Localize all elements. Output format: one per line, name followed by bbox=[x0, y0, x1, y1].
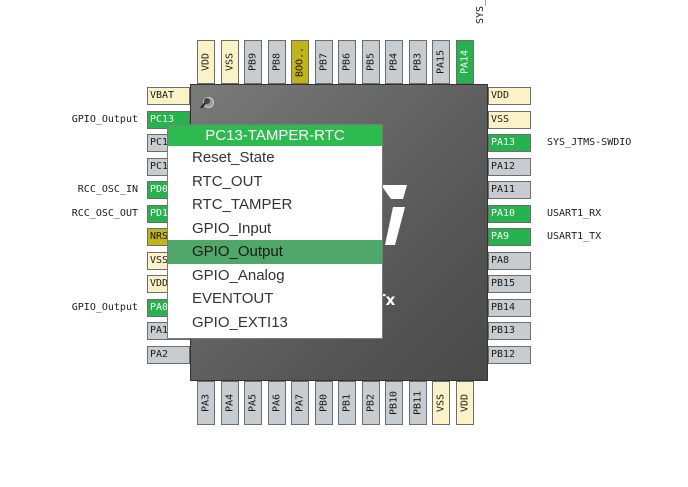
pin-right-10[interactable]: PB13 bbox=[488, 322, 531, 340]
menu-header: PC13-TAMPER-RTC bbox=[168, 125, 382, 146]
pin-label: PA14 bbox=[459, 49, 470, 75]
pin-label: PB11 bbox=[412, 390, 423, 416]
pin-label: VDD bbox=[459, 393, 470, 413]
pushpin-icon bbox=[200, 98, 210, 109]
pin-right-2[interactable]: PA13 bbox=[488, 134, 531, 152]
top-external-label: SYS_ bbox=[475, 0, 486, 24]
pin-bottom-10[interactable]: VSS bbox=[432, 381, 450, 425]
menu-item-rtc-tamper[interactable]: RTC_TAMPER bbox=[168, 193, 382, 217]
pin-right-6[interactable]: PA9 bbox=[488, 228, 531, 246]
pin-bottom-6[interactable]: PB1 bbox=[338, 381, 356, 425]
pin-label: PB2 bbox=[365, 393, 376, 413]
pin-right-7[interactable]: PA8 bbox=[488, 251, 531, 270]
pin-bottom-7[interactable]: PB2 bbox=[361, 381, 380, 425]
pin-bottom-11[interactable]: VDD bbox=[455, 381, 474, 425]
pin-label: PB4 bbox=[388, 52, 400, 72]
pin-bottom-5[interactable]: PB0 bbox=[314, 381, 333, 425]
pin-right-4[interactable]: PA11 bbox=[488, 181, 531, 199]
pin-left-signal-1: GPIO_Output bbox=[71, 113, 138, 125]
pin-right-signal-2: SYS_JTMS-SWDIO bbox=[547, 137, 632, 148]
pin-label: VDD bbox=[200, 52, 212, 72]
pin-label: PB6 bbox=[341, 52, 353, 72]
menu-item-gpio-exti13[interactable]: GPIO_EXTI13 bbox=[168, 311, 382, 335]
pin-top-7[interactable]: PB5 bbox=[361, 40, 380, 84]
pin-label: PB10 bbox=[388, 390, 400, 416]
pin-right-signal-5: USART1_RX bbox=[547, 207, 602, 219]
pin-right-1[interactable]: VSS bbox=[488, 110, 531, 129]
pin-bottom-3[interactable]: PA6 bbox=[267, 381, 286, 425]
pin-top-1[interactable]: VSS bbox=[220, 40, 239, 84]
pin-left-signal-9: GPIO_Output bbox=[71, 301, 138, 313]
pin-function-menu: PC13-TAMPER-RTC Reset_State RTC_OUT RTC_TA… bbox=[167, 124, 383, 339]
pin-label: PA3 bbox=[200, 393, 212, 413]
menu-item-gpio-analog[interactable]: GPIO_Analog bbox=[168, 264, 382, 288]
pin-label: PB3 bbox=[412, 52, 423, 72]
pin-bottom-2[interactable]: PA5 bbox=[244, 381, 262, 425]
menu-item-gpio-output[interactable]: GPIO_Output bbox=[168, 240, 382, 264]
menu-item-reset-state[interactable]: Reset_State bbox=[168, 146, 382, 170]
pin-label: PA7 bbox=[294, 393, 306, 413]
pin-label: BOO.. bbox=[294, 46, 306, 78]
menu-item-eventout[interactable]: EVENTOUT bbox=[168, 287, 382, 311]
pin-top-10[interactable]: PA15 bbox=[432, 40, 450, 84]
pin-label: PA15 bbox=[435, 49, 447, 75]
pin-top-11[interactable]: PA14 bbox=[455, 40, 474, 84]
menu-item-list: Reset_State RTC_OUT RTC_TAMPER GPIO_Input GP… bbox=[168, 146, 382, 334]
pin-right-3[interactable]: PA12 bbox=[488, 157, 531, 176]
pin-top-2[interactable]: PB9 bbox=[244, 40, 262, 84]
pin-label: PB0 bbox=[318, 393, 329, 413]
pin-bottom-4[interactable]: PA7 bbox=[291, 381, 309, 425]
pin-right-5[interactable]: PA10 bbox=[488, 204, 531, 223]
pin-top-0[interactable]: VDD bbox=[197, 40, 215, 84]
pin-label: PA5 bbox=[247, 393, 259, 413]
pin-label: PB8 bbox=[271, 52, 282, 72]
pin-right-0[interactable]: VDD bbox=[488, 87, 531, 105]
pin-left-signal-4: RCC_OSC_IN bbox=[77, 184, 138, 195]
pin-bottom-1[interactable]: PA4 bbox=[220, 381, 239, 425]
pinout-view: 3Tx VDDVSSPB9PB8BOO..PB7PB6PB5PB4PB3PA15… bbox=[0, 0, 688, 487]
pin-label: PB5 bbox=[365, 52, 376, 72]
pin-left-11[interactable]: PA2 bbox=[147, 345, 190, 364]
pin-top-9[interactable]: PB3 bbox=[408, 40, 427, 84]
pin-label: PA6 bbox=[271, 393, 282, 413]
pin-top-5[interactable]: PB7 bbox=[314, 40, 333, 84]
pin-right-9[interactable]: PB14 bbox=[488, 298, 531, 317]
pin-label: PB7 bbox=[318, 52, 329, 72]
pin-left-0[interactable]: VBAT bbox=[147, 87, 190, 105]
menu-item-rtc-out[interactable]: RTC_OUT bbox=[168, 170, 382, 194]
pin-bottom-9[interactable]: PB11 bbox=[408, 381, 427, 425]
pin-bottom-8[interactable]: PB10 bbox=[385, 381, 403, 425]
pin-label: VSS bbox=[224, 52, 235, 72]
pin-right-signal-6: USART1_TX bbox=[547, 231, 602, 242]
pin-label: PA4 bbox=[224, 393, 235, 413]
pin-right-8[interactable]: PB15 bbox=[488, 275, 531, 293]
pin-top-6[interactable]: PB6 bbox=[338, 40, 356, 84]
pin-label: PB9 bbox=[247, 52, 259, 72]
pin-label: PB1 bbox=[341, 393, 353, 413]
pin-top-3[interactable]: PB8 bbox=[267, 40, 286, 84]
pin-right-11[interactable]: PB12 bbox=[488, 345, 531, 364]
menu-item-gpio-input[interactable]: GPIO_Input bbox=[168, 217, 382, 241]
pin-left-signal-5: RCC_OSC_OUT bbox=[71, 207, 138, 219]
pin-top-4[interactable]: BOO.. bbox=[291, 40, 309, 84]
pin-label: VSS bbox=[435, 393, 447, 413]
pin-bottom-0[interactable]: PA3 bbox=[197, 381, 215, 425]
pin-top-8[interactable]: PB4 bbox=[385, 40, 403, 84]
